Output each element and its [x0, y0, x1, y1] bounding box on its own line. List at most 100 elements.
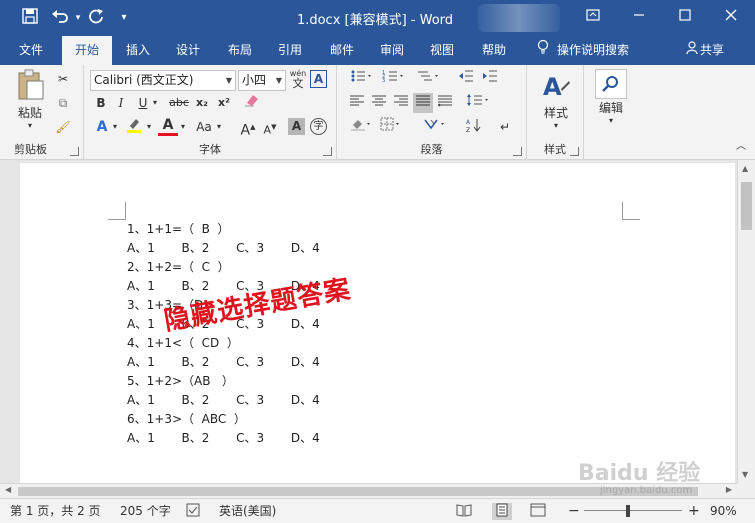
- repeat-icon[interactable]: [86, 8, 106, 28]
- horizontal-scroll-thumb[interactable]: [18, 487, 698, 496]
- tab-view[interactable]: 视图: [420, 36, 464, 65]
- justify-icon[interactable]: [413, 93, 433, 113]
- undo-dropdown-icon[interactable]: ▾: [68, 8, 88, 28]
- sort-icon[interactable]: AZ: [463, 117, 485, 137]
- collapse-ribbon-icon[interactable]: ︿: [733, 137, 749, 157]
- tab-references[interactable]: 引用: [268, 36, 312, 65]
- find-icon: [595, 69, 627, 99]
- scroll-right-icon[interactable]: ▶: [726, 485, 732, 494]
- tell-me-search[interactable]: 操作说明搜索: [537, 36, 629, 65]
- tab-layout[interactable]: 布局: [218, 36, 262, 65]
- character-border-icon[interactable]: A: [310, 70, 327, 88]
- save-icon[interactable]: [20, 8, 40, 28]
- print-layout-icon[interactable]: [492, 503, 512, 520]
- align-right-icon[interactable]: [391, 93, 411, 113]
- styles-icon: A: [535, 71, 577, 104]
- tab-insert[interactable]: 插入: [116, 36, 160, 65]
- copy-icon[interactable]: ⧉: [54, 93, 72, 113]
- tab-design[interactable]: 设计: [166, 36, 210, 65]
- zoom-level[interactable]: 90%: [710, 503, 737, 520]
- character-shading-icon[interactable]: A: [288, 118, 305, 135]
- paste-button[interactable]: 粘贴 ▾: [10, 69, 50, 130]
- chinese-layout-icon[interactable]: [421, 117, 451, 137]
- borders-icon[interactable]: [377, 117, 405, 137]
- zoom-out-button[interactable]: −: [568, 503, 580, 520]
- vertical-scrollbar[interactable]: ▲ ▼: [737, 160, 755, 483]
- styles-button[interactable]: A 样式 ▾: [535, 71, 577, 130]
- word-count[interactable]: 205 个字: [120, 503, 171, 520]
- highlight-dropdown-icon[interactable]: ▾: [144, 117, 154, 137]
- underline-dropdown-icon[interactable]: ▾: [150, 93, 160, 113]
- zoom-slider-thumb[interactable]: [626, 505, 630, 517]
- show-formatting-icon[interactable]: ↵: [495, 117, 515, 137]
- line-spacing-icon[interactable]: [463, 93, 493, 113]
- font-size-combo[interactable]: 小四 ▼: [238, 70, 286, 91]
- grow-font-icon[interactable]: A▲: [238, 117, 258, 139]
- ribbon-tab-row: 文件 开始 插入 设计 布局 引用 邮件 审阅 视图 帮助 操作说明搜索 共享: [0, 36, 755, 65]
- enclose-characters-icon[interactable]: 字: [310, 118, 327, 135]
- minimize-button[interactable]: [616, 0, 662, 36]
- shading-icon[interactable]: [347, 117, 375, 137]
- tab-help[interactable]: 帮助: [472, 36, 516, 65]
- tab-file[interactable]: 文件: [8, 36, 54, 65]
- zoom-in-button[interactable]: +: [688, 503, 700, 520]
- paragraph-launcher-icon[interactable]: [513, 147, 522, 156]
- editing-button[interactable]: 编辑 ▾: [592, 69, 630, 125]
- font-launcher-icon[interactable]: [323, 147, 332, 156]
- paste-dropdown-icon[interactable]: ▾: [10, 121, 50, 130]
- scroll-down-icon[interactable]: ▼: [742, 470, 748, 479]
- cut-icon[interactable]: ✂: [54, 69, 72, 89]
- align-center-icon[interactable]: [369, 93, 389, 113]
- zoom-slider[interactable]: [584, 510, 682, 511]
- font-color-icon[interactable]: A: [158, 117, 178, 136]
- superscript-button[interactable]: x²: [214, 93, 234, 113]
- tab-mailings[interactable]: 邮件: [320, 36, 364, 65]
- svg-text:A: A: [543, 73, 562, 101]
- phonetic-guide-button[interactable]: wén 文: [288, 69, 308, 89]
- clear-formatting-icon[interactable]: [242, 93, 262, 113]
- italic-button[interactable]: I: [112, 93, 130, 113]
- scroll-left-icon[interactable]: ◀: [5, 485, 11, 494]
- customize-qat-icon[interactable]: ▾: [114, 8, 134, 28]
- bold-button[interactable]: B: [92, 93, 110, 113]
- close-button[interactable]: [708, 0, 754, 36]
- font-color-dropdown-icon[interactable]: ▾: [178, 117, 188, 137]
- highlight-icon[interactable]: [124, 117, 144, 137]
- change-case-button[interactable]: Aa: [192, 117, 216, 137]
- share-button[interactable]: 共享: [686, 36, 724, 65]
- shrink-font-label: A: [263, 123, 272, 137]
- read-mode-icon[interactable]: [456, 503, 472, 520]
- subscript-button[interactable]: x₂: [192, 93, 212, 113]
- numbering-icon[interactable]: 123: [379, 69, 407, 89]
- proofing-icon[interactable]: [186, 503, 200, 520]
- wen-icon: 文: [292, 77, 304, 90]
- tab-review[interactable]: 审阅: [370, 36, 414, 65]
- multilevel-list-icon[interactable]: [413, 69, 443, 89]
- tell-me-label: 操作说明搜索: [557, 43, 630, 57]
- font-name-combo[interactable]: Calibri (西文正文) ▼: [90, 70, 236, 91]
- undo-icon[interactable]: [50, 8, 70, 28]
- scroll-up-icon[interactable]: ▲: [742, 164, 748, 173]
- vertical-scroll-thumb[interactable]: [741, 182, 752, 230]
- strikethrough-button[interactable]: abc: [168, 93, 190, 113]
- ribbon-display-options-icon[interactable]: [570, 0, 616, 36]
- decrease-indent-icon[interactable]: [455, 69, 477, 89]
- styles-launcher-icon[interactable]: [570, 147, 579, 156]
- clipboard-launcher-icon[interactable]: [70, 147, 79, 156]
- page-count[interactable]: 第 1 页，共 2 页: [10, 503, 101, 520]
- language-indicator[interactable]: 英语(美国): [219, 503, 276, 520]
- increase-indent-icon[interactable]: [479, 69, 501, 89]
- shrink-font-icon[interactable]: A▼: [260, 117, 280, 137]
- bullets-icon[interactable]: [347, 69, 375, 89]
- tab-home[interactable]: 开始: [62, 36, 112, 65]
- align-left-icon[interactable]: [347, 93, 367, 113]
- change-case-dropdown-icon[interactable]: ▾: [214, 117, 224, 137]
- text-effects-icon[interactable]: A: [92, 117, 112, 137]
- document-page[interactable]: 1、1+1=（ B ） A、1 B、2 C、3 D、4 2、1+2=（ C ） …: [20, 163, 735, 483]
- distributed-icon[interactable]: [435, 93, 455, 113]
- web-layout-icon[interactable]: [530, 503, 546, 520]
- format-painter-icon[interactable]: 🖌: [54, 117, 72, 137]
- lightbulb-icon: [537, 37, 549, 65]
- text-effects-dropdown-icon[interactable]: ▾: [110, 117, 120, 137]
- maximize-button[interactable]: [662, 0, 708, 36]
